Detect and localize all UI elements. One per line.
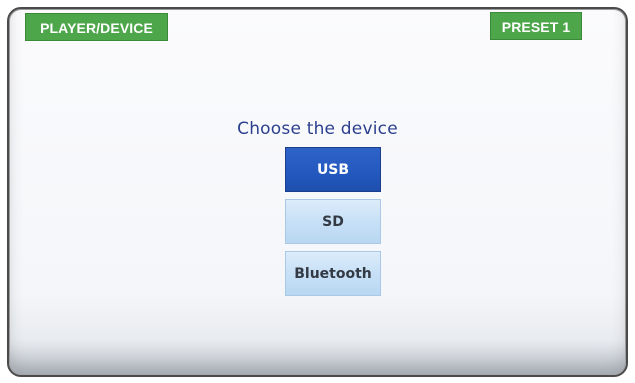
- mode-tag-label: PLAYER/DEVICE: [40, 20, 153, 36]
- device-bezel: PLAYER/DEVICE PRESET 1 Choose the device…: [0, 0, 635, 383]
- screen-bottom-shading: [9, 339, 626, 375]
- bluetooth-device-button[interactable]: Bluetooth: [285, 251, 381, 296]
- preset-tag-label: PRESET 1: [501, 19, 571, 35]
- bluetooth-device-label: Bluetooth: [294, 266, 372, 282]
- sd-device-label: SD: [322, 214, 344, 230]
- display-screen: PLAYER/DEVICE PRESET 1 Choose the device…: [7, 7, 628, 377]
- preset-tag: PRESET 1: [490, 12, 582, 40]
- device-list: USB SD Bluetooth: [285, 147, 381, 303]
- usb-device-label: USB: [316, 162, 350, 178]
- mode-tag: PLAYER/DEVICE: [25, 13, 168, 41]
- device-prompt: Choose the device: [237, 119, 398, 139]
- usb-device-button[interactable]: USB: [285, 147, 381, 192]
- sd-device-button[interactable]: SD: [285, 199, 381, 244]
